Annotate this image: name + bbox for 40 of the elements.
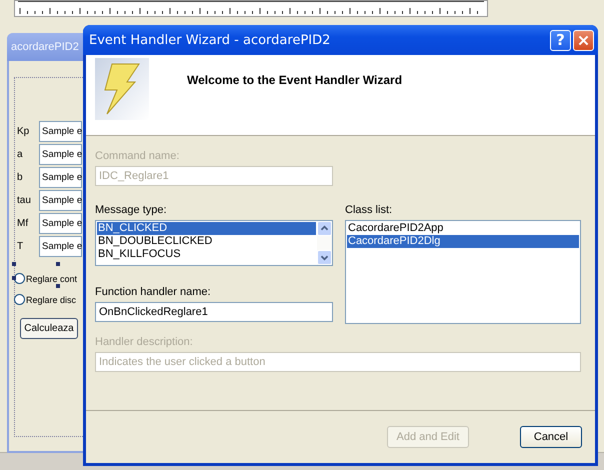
radio-icon[interactable] bbox=[14, 294, 25, 305]
selection-handle[interactable] bbox=[12, 262, 16, 266]
message-type-list[interactable]: BN_CLICKED BN_DOUBLECLICKED BN_KILLFOCUS bbox=[95, 220, 333, 266]
edit-field[interactable]: Sample e bbox=[39, 236, 82, 257]
field-label: Class list: bbox=[345, 204, 394, 217]
list-item[interactable]: BN_DOUBLECLICKED bbox=[97, 235, 316, 248]
wizard-heading: Welcome to the Event Handler Wizard bbox=[187, 73, 402, 87]
edit-field[interactable]: Sample e bbox=[39, 167, 82, 188]
selection-handle[interactable] bbox=[56, 284, 60, 288]
selection-handle[interactable] bbox=[56, 262, 60, 266]
edit-field[interactable]: Sample e bbox=[39, 144, 82, 165]
input-field[interactable]: OnBnClickedReglare1 bbox=[95, 302, 333, 322]
field-label: a bbox=[16, 149, 24, 160]
list-item[interactable]: BN_KILLFOCUS bbox=[97, 248, 316, 261]
list-item[interactable]: CacordarePID2App bbox=[347, 222, 579, 235]
scroll-up-icon[interactable] bbox=[317, 221, 332, 236]
field-label: Message type: bbox=[95, 204, 168, 217]
list-item[interactable]: BN_CLICKED bbox=[97, 222, 316, 235]
field-label: b bbox=[16, 172, 24, 183]
close-icon[interactable] bbox=[573, 30, 594, 50]
class-list[interactable]: CacordarePID2App CacordarePID2Dlg bbox=[345, 220, 581, 324]
scroll-down-icon[interactable] bbox=[317, 250, 332, 265]
field-label: Command name: bbox=[95, 150, 180, 163]
field-label: T bbox=[16, 241, 24, 252]
radio-button[interactable]: Reglare disc bbox=[14, 289, 76, 310]
field-label: Mf bbox=[16, 218, 30, 229]
field-label: Function handler name: bbox=[95, 286, 212, 299]
edit-field[interactable]: Sample e bbox=[39, 121, 82, 142]
list-item[interactable]: CacordarePID2Dlg bbox=[347, 235, 579, 248]
lightning-bolt-icon bbox=[95, 58, 149, 120]
field-label: Kp bbox=[16, 126, 30, 137]
field-label: tau bbox=[16, 195, 32, 206]
edit-field[interactable]: Sample e bbox=[39, 213, 82, 234]
calculate-button[interactable]: Calculeaza bbox=[20, 318, 78, 339]
field-label: Handler description: bbox=[95, 336, 194, 349]
cancel-button[interactable]: Cancel bbox=[520, 426, 582, 448]
radio-icon[interactable] bbox=[14, 273, 25, 284]
help-button[interactable]: ? bbox=[550, 30, 571, 50]
edit-field[interactable]: Sample e bbox=[39, 190, 82, 211]
selection-handle[interactable] bbox=[12, 276, 16, 280]
